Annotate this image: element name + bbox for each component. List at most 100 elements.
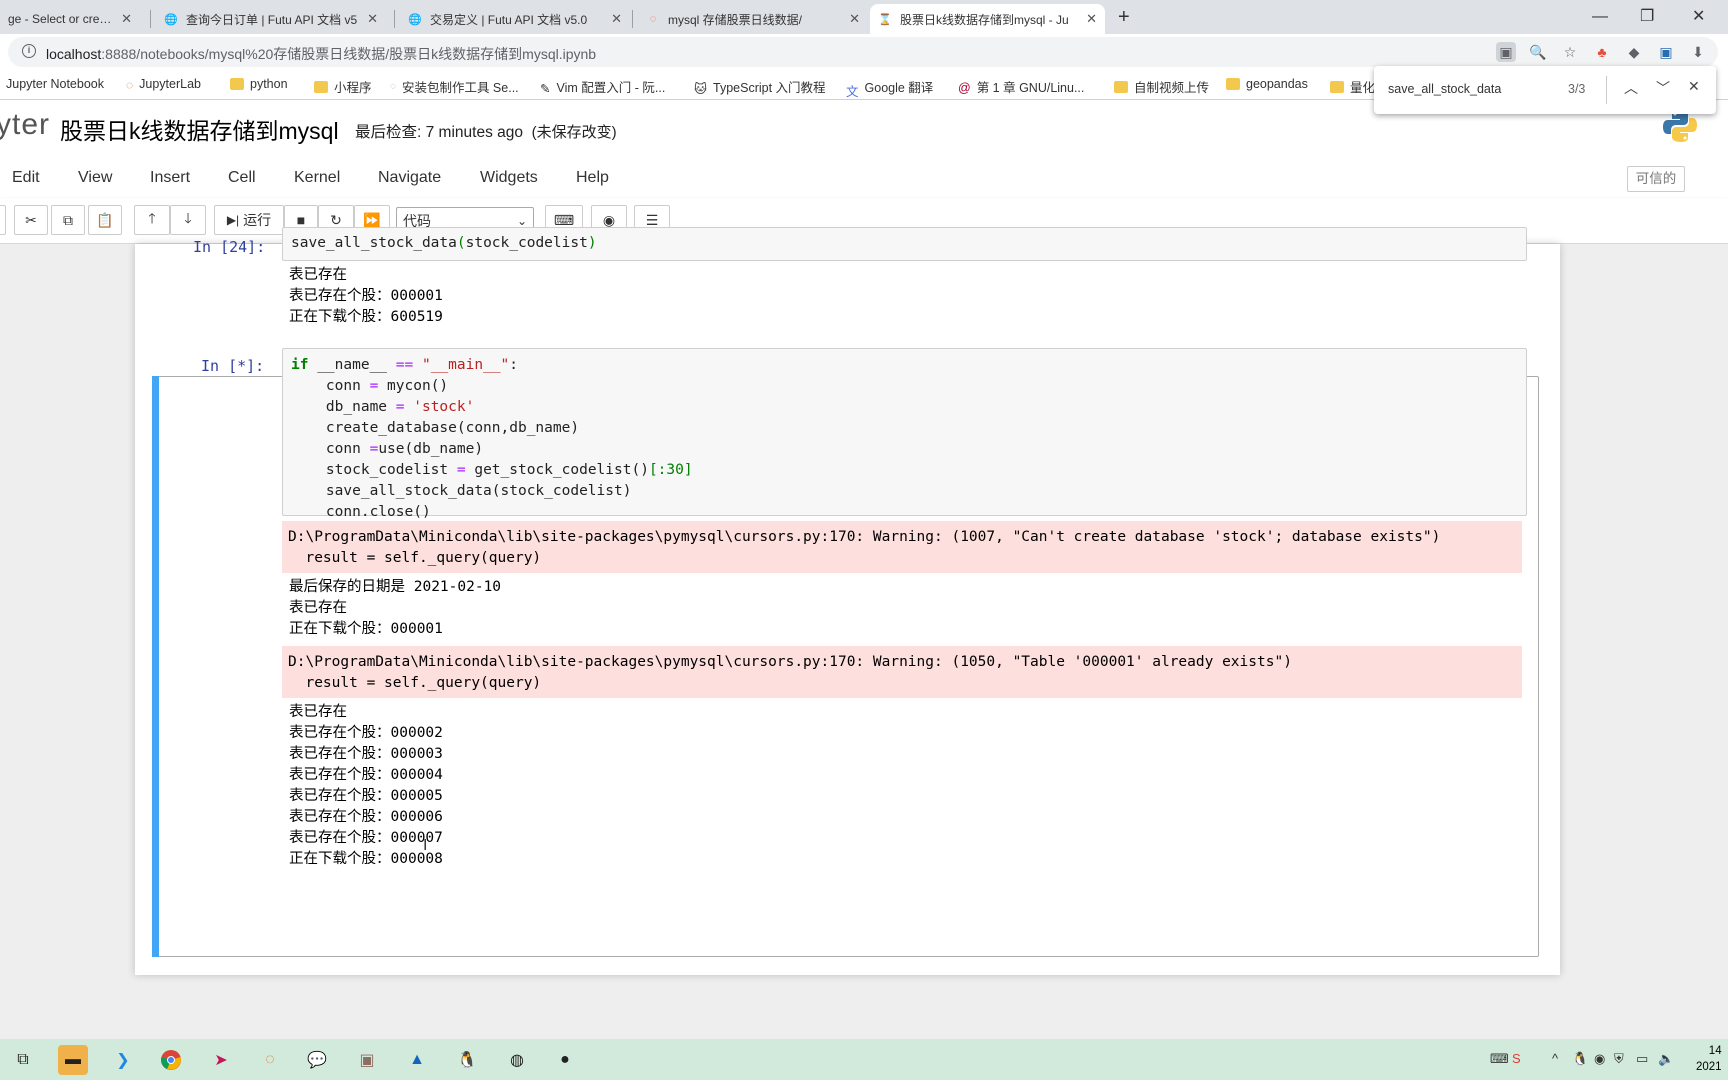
bookmark-label: 安装包制作工具 Se... xyxy=(401,81,519,95)
app-icon[interactable]: ▣ xyxy=(352,1045,382,1075)
bookmark-label: Jupyter Notebook xyxy=(6,77,104,91)
menu-view[interactable]: View xyxy=(78,169,112,187)
bookmark-item[interactable]: ✎ Vim 配置入门 - 阮... xyxy=(540,77,665,96)
code-input[interactable]: save_all_stock_data(stock_codelist) xyxy=(282,227,1527,261)
code-input[interactable]: if __name__ == "__main__": conn = mycon(… xyxy=(282,348,1527,520)
task-view-icon[interactable]: ⧉ xyxy=(8,1045,38,1075)
close-icon[interactable]: ✕ xyxy=(1086,11,1097,27)
browser-tab[interactable]: 🌐 查询今日订单 | Futu API 文档 v5 ✕ xyxy=(156,4,386,34)
browser-tab[interactable]: 🌐 交易定义 | Futu API 文档 v5.0 ✕ xyxy=(400,4,630,34)
extension-icon[interactable]: ♣ xyxy=(1592,42,1612,62)
incognito-icon[interactable]: ◆ xyxy=(1624,42,1644,62)
close-icon[interactable]: ✕ xyxy=(121,11,132,27)
tray-icon[interactable]: ◉ xyxy=(1594,1051,1605,1067)
bookmark-item[interactable]: 自制视频上传 xyxy=(1114,77,1209,96)
zoom-icon[interactable]: 🔍 xyxy=(1528,42,1548,62)
bookmark-item[interactable]: 小程序 xyxy=(314,77,372,96)
maximize-icon[interactable]: ❐ xyxy=(1640,0,1654,34)
run-button[interactable]: ▶| 运行 xyxy=(214,205,284,235)
tray-icon[interactable]: 🐧 xyxy=(1572,1051,1588,1067)
cut-button[interactable]: ✂ xyxy=(14,205,48,235)
bookmark-item[interactable]: ◌ 安装包制作工具 Se... xyxy=(390,77,519,96)
qq-icon[interactable]: 🐧 xyxy=(452,1045,482,1075)
folder-icon xyxy=(314,80,328,93)
bookmark-item[interactable]: ◌ JupyterLab xyxy=(126,77,201,92)
find-count: 3/3 xyxy=(1568,82,1586,96)
page-action-icon[interactable]: ▣ xyxy=(1496,42,1516,62)
menu-cell[interactable]: Cell xyxy=(228,169,256,187)
menu-help[interactable]: Help xyxy=(576,169,609,187)
tray-icon[interactable]: ⌨ xyxy=(1490,1051,1509,1067)
obs-icon[interactable]: ● xyxy=(550,1045,580,1075)
bookmark-label: 自制视频上传 xyxy=(1134,81,1210,95)
star-icon[interactable]: ☆ xyxy=(1560,42,1580,62)
browser-tab-active[interactable]: ⌛ 股票日k线数据存储到mysql - Ju ✕ xyxy=(870,4,1105,34)
bookmark-item[interactable]: geopandas xyxy=(1226,77,1308,91)
bookmark-item[interactable]: 量化 xyxy=(1330,77,1375,96)
close-icon[interactable]: ✕ xyxy=(367,11,378,27)
bookmark-item[interactable]: @ 第 1 章 GNU/Linu... xyxy=(958,77,1084,96)
move-up-button[interactable]: 🡑 xyxy=(134,205,170,235)
volume-icon[interactable]: 🔈 xyxy=(1658,1051,1674,1067)
trusted-badge[interactable]: 可信的 xyxy=(1627,166,1685,192)
taskbar-clock[interactable]: 14 2021 xyxy=(1696,1043,1722,1075)
keyboard-icon: ⌨ xyxy=(553,211,575,228)
minimize-icon[interactable]: — xyxy=(1592,0,1608,34)
close-icon[interactable]: ✕ xyxy=(849,11,860,27)
close-icon[interactable]: ✕ xyxy=(611,11,622,27)
folder-icon xyxy=(1114,80,1128,93)
jupyter-icon[interactable]: ◌ xyxy=(255,1045,285,1075)
run-label: 运行 xyxy=(243,212,272,228)
tray-icon[interactable]: S xyxy=(1512,1051,1521,1066)
find-divider xyxy=(1606,76,1607,104)
stderr-output: D:\ProgramData\Miniconda\lib\site-packag… xyxy=(282,646,1522,698)
bookmark-item[interactable]: python xyxy=(230,77,288,91)
info-icon[interactable]: i xyxy=(22,44,36,58)
bookmark-item[interactable]: 文 Google 翻译 xyxy=(846,77,934,99)
find-input[interactable]: save_all_stock_data xyxy=(1388,82,1501,96)
window-close-icon[interactable]: ✕ xyxy=(1692,0,1705,34)
save-button[interactable] xyxy=(0,205,6,235)
notebook-name[interactable]: 股票日k线数据存储到mysql xyxy=(60,112,339,146)
cell-prompt: In [24]: xyxy=(193,238,266,256)
extension-icon[interactable]: ▣ xyxy=(1656,42,1676,62)
app-icon[interactable]: ◍ xyxy=(502,1045,532,1075)
bookmark-item[interactable]: 🐱 TypeScript 入门教程 xyxy=(694,77,826,96)
bookmark-label: Google 翻译 xyxy=(864,81,934,95)
app-icon[interactable]: ➤ xyxy=(206,1045,236,1075)
menu-edit[interactable]: Edit xyxy=(12,169,40,187)
omnibox[interactable]: i localhost:8888/notebooks/mysql%20存储股票日… xyxy=(8,37,1718,67)
menu-kernel[interactable]: Kernel xyxy=(294,169,340,187)
browser-tab[interactable]: ◌ mysql 存储股票日线数据/ ✕ xyxy=(638,4,868,34)
chrome-icon[interactable] xyxy=(156,1045,186,1075)
chevron-up-icon[interactable]: ^ xyxy=(1552,1051,1558,1066)
new-tab-button[interactable]: + xyxy=(1118,6,1130,29)
wechat-icon[interactable]: 💬 xyxy=(302,1045,332,1075)
copy-button[interactable]: ⧉ xyxy=(51,205,85,235)
file-explorer-icon[interactable]: ▬ xyxy=(58,1045,88,1075)
menu-navigate[interactable]: Navigate xyxy=(378,169,441,187)
jupyter-logo[interactable]: yter xyxy=(0,108,50,142)
url-text[interactable]: localhost:8888/notebooks/mysql%20存储股票日线数… xyxy=(46,44,596,64)
code-token: stock_codelist xyxy=(465,235,588,251)
selected-cell-indicator xyxy=(152,376,159,957)
tab-title: ge - Select or create xyxy=(8,12,114,26)
stderr-output: D:\ProgramData\Miniconda\lib\site-packag… xyxy=(282,521,1522,573)
move-down-button[interactable]: 🡓 xyxy=(170,205,206,235)
browser-tab[interactable]: ge - Select or create ✕ xyxy=(0,4,140,34)
download-icon[interactable]: ⬇ xyxy=(1688,42,1708,62)
bookmark-item[interactable]: Jupyter Notebook xyxy=(6,77,104,91)
menu-insert[interactable]: Insert xyxy=(150,169,190,187)
github-icon: ◉ xyxy=(602,211,616,228)
chevron-down-icon[interactable]: ﹀ xyxy=(1656,78,1670,98)
chevron-up-icon[interactable]: ︿ xyxy=(1624,78,1638,98)
shield-icon[interactable]: ⛨ xyxy=(1614,1051,1624,1067)
menu-widgets[interactable]: Widgets xyxy=(480,169,538,187)
close-icon[interactable]: ✕ xyxy=(1688,78,1700,95)
vscode-icon[interactable]: ❯ xyxy=(108,1045,138,1075)
app-icon[interactable]: ▲ xyxy=(402,1045,432,1075)
network-icon[interactable]: ▭ xyxy=(1636,1051,1648,1067)
paste-button[interactable]: 📋 xyxy=(88,205,122,235)
tab-title: mysql 存储股票日线数据/ xyxy=(668,12,803,27)
windows-taskbar: ⧉ ▬ ❯ ➤ ◌ 💬 ▣ ▲ 🐧 ◍ ● ⌨ S ^ 🐧 ◉ ⛨ ▭ 🔈 14… xyxy=(0,1039,1728,1080)
